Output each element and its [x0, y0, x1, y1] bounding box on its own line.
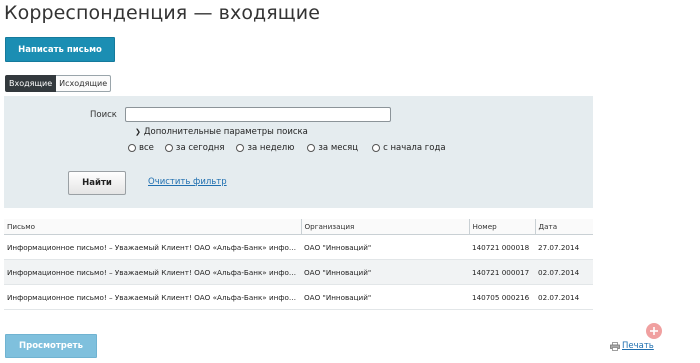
chevron-right-icon: ❯ [135, 128, 141, 136]
cell-date: 27.07.2014 [535, 234, 593, 260]
printer-icon [610, 341, 620, 351]
search-label: Поиск [90, 110, 117, 120]
filter-panel: Поиск ❯ Дополнительные параметры поиска в… [4, 96, 593, 208]
print-link[interactable]: Печать [622, 341, 654, 351]
cell-date: 02.07.2014 [535, 284, 593, 310]
radio-icon[interactable] [372, 144, 381, 152]
more-params-toggle[interactable]: ❯ Дополнительные параметры поиска [135, 127, 308, 137]
letters-table: Письмо Организация Номер Дата Информацио… [4, 219, 593, 310]
plus-glyph [650, 327, 658, 335]
cell-letter: Информационное письмо! – Уважаемый Клиен… [4, 284, 301, 310]
cell-letter: Информационное письмо! – Уважаемый Клиен… [4, 234, 301, 260]
view-button[interactable]: Просмотреть [5, 334, 97, 358]
cell-organization: ОАО "Инноваций" [301, 259, 469, 285]
column-header-letter[interactable]: Письмо [4, 219, 302, 235]
cell-number: 140721 000018 [469, 234, 535, 260]
table-row[interactable]: Информационное письмо! – Уважаемый Клиен… [4, 259, 593, 285]
clear-filter-link[interactable]: Очистить фильтр [148, 177, 227, 187]
print-action[interactable]: Печать [610, 341, 654, 351]
period-radio-all[interactable]: все [128, 143, 154, 153]
period-radio-group: все за сегодня за неделю за месяц с нача… [128, 143, 446, 153]
radio-icon[interactable] [307, 144, 316, 152]
cell-number: 140705 000216 [469, 284, 535, 310]
page-title: Корреспонденция — входящие [4, 2, 321, 24]
period-radio-year[interactable]: с начала года [372, 143, 446, 153]
cell-number: 140721 000017 [469, 259, 535, 285]
tab-inbox[interactable]: Входящие [5, 75, 57, 92]
column-header-date[interactable]: Дата [535, 219, 593, 235]
radio-icon[interactable] [164, 144, 173, 152]
period-radio-week[interactable]: за неделю [236, 143, 294, 153]
tabs: Входящие Исходящие [5, 75, 112, 92]
cell-letter: Информационное письмо! – Уважаемый Клиен… [4, 259, 301, 285]
period-radio-today[interactable]: за сегодня [164, 143, 224, 153]
column-header-organization[interactable]: Организация [301, 219, 470, 235]
table-header-row: Письмо Организация Номер Дата [4, 219, 593, 235]
tab-outbox[interactable]: Исходящие [56, 75, 112, 92]
search-input[interactable] [125, 107, 391, 122]
more-params-label: Дополнительные параметры поиска [143, 127, 308, 137]
find-button[interactable]: Найти [68, 171, 126, 195]
radio-icon[interactable] [128, 144, 136, 152]
compose-letter-button[interactable]: Написать письмо [5, 37, 115, 62]
table-row[interactable]: Информационное письмо! – Уважаемый Клиен… [4, 234, 593, 260]
cell-organization: ОАО "Инноваций" [301, 284, 469, 310]
plus-icon[interactable] [646, 323, 662, 339]
table-row[interactable]: Информационное письмо! – Уважаемый Клиен… [4, 284, 593, 310]
cell-date: 02.07.2014 [535, 259, 593, 285]
cell-organization: ОАО "Инноваций" [301, 234, 469, 260]
radio-icon[interactable] [236, 144, 245, 152]
period-radio-month[interactable]: за месяц [307, 143, 358, 153]
column-header-number[interactable]: Номер [469, 219, 536, 235]
